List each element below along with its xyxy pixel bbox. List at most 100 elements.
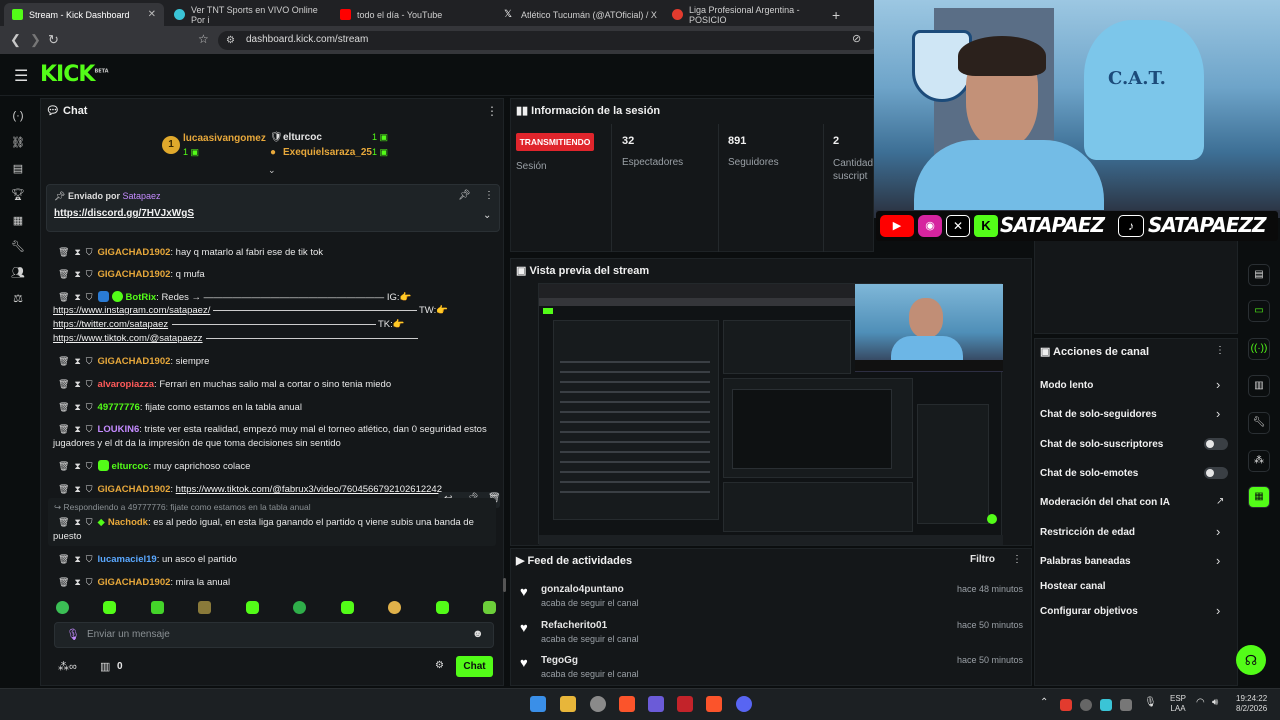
timeout-icon[interactable]: ⧗ xyxy=(74,482,80,496)
chat-message[interactable]: 🗑︎ ⧗ ⛉ ◆ Nachodk: es al pedo igual, en esta … xyxy=(53,515,493,544)
pinned-more-icon[interactable]: ⋮ xyxy=(484,190,494,201)
chevron-right-icon[interactable]: › xyxy=(1216,603,1220,618)
delete-icon[interactable]: 🗑︎ xyxy=(58,290,69,304)
delete-icon[interactable]: 🗑︎ xyxy=(58,515,69,529)
expand-gifters-icon[interactable]: ⌄ xyxy=(268,165,276,176)
chat-message[interactable]: 🗑︎ ⧗ ⛉ GIGACHAD1902: mira la anual xyxy=(58,575,498,590)
delete-icon[interactable]: 🗑︎ xyxy=(58,482,69,496)
tools-icon[interactable]: 🔧︎ xyxy=(1248,412,1270,434)
language-indicator[interactable]: ESP LAA xyxy=(1170,694,1186,714)
delete-icon[interactable]: 🗑︎ xyxy=(58,354,69,368)
feed-more-icon[interactable]: ⋮ xyxy=(1012,554,1022,565)
delete-icon[interactable]: 🗑︎ xyxy=(58,400,69,414)
broadcast-icon[interactable]: ((·)) xyxy=(1248,338,1270,360)
actions-more-icon[interactable]: ⋮ xyxy=(1215,345,1225,356)
timeout-icon[interactable]: ⧗ xyxy=(74,422,80,436)
timeout-icon[interactable]: ⧗ xyxy=(74,290,80,304)
channel-points-icon[interactable]: ⁂∞ xyxy=(58,660,77,673)
windows-start-icon[interactable] xyxy=(530,696,546,712)
chat-settings-icon[interactable]: ⚙ xyxy=(435,660,444,671)
new-tab-button[interactable]: + xyxy=(824,3,844,26)
tab-liga-profesional[interactable]: Liga Profesional Argentina - POSICIO xyxy=(664,3,844,26)
feed-username[interactable]: Refacherito01 xyxy=(541,620,607,631)
emotes-only-toggle[interactable] xyxy=(1204,467,1228,479)
timeout-icon[interactable]: ⧗ xyxy=(74,459,80,473)
emote-icon[interactable] xyxy=(150,601,164,614)
chat-message[interactable]: 🗑︎ ⧗ ⛉ GIGACHAD1902: siempre xyxy=(58,354,498,369)
chat-message[interactable]: 🗑︎ ⧗ ⛉ elturcoc: muy caprichoso colace xyxy=(58,459,498,474)
emote-icon[interactable] xyxy=(340,601,354,614)
banned-words-item[interactable]: Palabras baneadas xyxy=(1040,556,1131,567)
url-input[interactable]: dashboard.kick.com/stream xyxy=(218,31,878,50)
camera-blocked-icon[interactable]: ⊘ xyxy=(852,32,861,45)
pinned-collapse-icon[interactable]: ⌄ xyxy=(483,210,491,221)
pinned-author[interactable]: Satapaez xyxy=(122,191,160,201)
tiktok-link[interactable]: https://www.tiktok.com/@satapaezz xyxy=(53,333,203,344)
ban-icon[interactable]: ⛉ xyxy=(86,377,93,391)
ai-moderation-item[interactable]: Moderación del chat con IA xyxy=(1040,497,1170,508)
pinned-link[interactable]: https://discord.gg/7HVJxWgS xyxy=(54,208,194,219)
chat-popout-icon[interactable]: ▭ xyxy=(1248,300,1270,322)
obs-icon[interactable] xyxy=(677,696,693,712)
emote-icon[interactable] xyxy=(103,601,117,614)
ban-icon[interactable]: ⛉ xyxy=(86,482,93,496)
username[interactable]: GIGACHAD1902 xyxy=(98,247,171,258)
username[interactable]: alvaropiazza xyxy=(98,379,155,390)
points-icon[interactable]: ⁂ xyxy=(1248,450,1270,472)
tray-app-icon[interactable] xyxy=(1080,699,1092,711)
emote-icon[interactable] xyxy=(198,601,212,614)
stream-preview-video[interactable] xyxy=(538,283,1003,545)
tray-app-icon[interactable] xyxy=(1100,699,1112,711)
chat-message[interactable]: 🗑︎ ⧗ ⛉ 49777776: fijate como estamos en la … xyxy=(58,400,498,415)
emote-icon[interactable] xyxy=(245,601,259,614)
chat-message[interactable]: 🗑︎ ⧗ ⛉ LOUKIN6: triste ver esta realidad, e… xyxy=(53,422,493,451)
username[interactable]: Nachodk xyxy=(108,517,148,528)
chevron-right-icon[interactable]: › xyxy=(1216,406,1220,421)
chat-message[interactable]: 🗑︎ ⧗ ⛉ GIGACHAD1902: https://www.tiktok.com… xyxy=(58,482,498,497)
timeout-icon[interactable]: ⧗ xyxy=(74,354,80,368)
username[interactable]: GIGACHAD1902 xyxy=(98,484,171,495)
username[interactable]: elturcoc xyxy=(112,461,149,472)
delete-icon[interactable]: 🗑︎ xyxy=(58,422,69,436)
trophy-icon[interactable]: 🏆︎ xyxy=(11,188,25,201)
chat-more-icon[interactable]: ⋮ xyxy=(486,104,498,118)
ban-icon[interactable]: ⛉ xyxy=(86,459,93,473)
microphone-icon[interactable]: 🎙︎ xyxy=(66,628,80,641)
subscribers-only-toggle[interactable] xyxy=(1204,438,1228,450)
site-info-icon[interactable]: ⚙ xyxy=(226,35,235,46)
chrome-icon[interactable] xyxy=(590,696,606,712)
emoji-picker-icon[interactable]: ☻ xyxy=(472,628,484,640)
username[interactable]: 49777776 xyxy=(98,402,140,413)
ban-icon[interactable]: ⛉ xyxy=(86,515,93,529)
ban-icon[interactable]: ⛉ xyxy=(86,552,93,566)
timeout-icon[interactable]: ⧗ xyxy=(74,515,80,529)
clock[interactable]: 19:24:22 8/2/2026 xyxy=(1236,694,1267,714)
chat-message-botrix[interactable]: 🗑︎ ⧗ ⛉ BotRix: Redes → ——————————————————— … xyxy=(58,290,498,305)
username[interactable]: lucamaciel19 xyxy=(98,554,157,565)
discord-icon[interactable] xyxy=(736,696,752,712)
media-icon[interactable]: ▥ xyxy=(1248,375,1270,397)
tab-youtube[interactable]: todo el día - YouTube xyxy=(332,3,492,26)
tab-x-atletico[interactable]: 𝕏 Atlético Tucumán (@ATOficial) / X xyxy=(496,3,666,26)
back-icon[interactable]: ❮ xyxy=(10,32,21,48)
microphone-tray-icon[interactable]: 🎙︎ xyxy=(1144,697,1157,708)
wifi-icon[interactable]: ◠ xyxy=(1196,697,1205,708)
link-icon[interactable]: ⛓ xyxy=(11,136,25,149)
delete-icon[interactable]: 🗑︎ xyxy=(58,552,69,566)
analytics-icon[interactable]: ▤ xyxy=(11,162,25,175)
feed-username[interactable]: gonzalo4puntano xyxy=(541,584,624,595)
gifter-name[interactable]: Exequielsaraza_25 xyxy=(283,147,372,158)
username[interactable]: GIGACHAD1902 xyxy=(98,356,171,367)
wrench-icon[interactable]: 🔧︎ xyxy=(11,240,25,253)
moderation-icon[interactable]: ⚖ xyxy=(11,292,25,305)
configure-goals-item[interactable]: Configurar objetivos xyxy=(1040,606,1138,617)
emote-icon[interactable] xyxy=(482,601,496,614)
extension-icon[interactable]: ▦ xyxy=(1248,486,1270,508)
ban-icon[interactable]: ⛉ xyxy=(86,354,93,368)
ban-icon[interactable]: ⛉ xyxy=(86,267,93,281)
chat-message[interactable]: 🗑︎ ⧗ ⛉ lucamaciel19: un asco el partido xyxy=(58,552,498,567)
unpin-icon[interactable]: 📌︎ xyxy=(458,190,471,201)
host-channel-item[interactable]: Hostear canal xyxy=(1040,581,1106,592)
ban-icon[interactable]: ⛉ xyxy=(86,400,93,414)
chevron-right-icon[interactable]: › xyxy=(1216,524,1220,539)
